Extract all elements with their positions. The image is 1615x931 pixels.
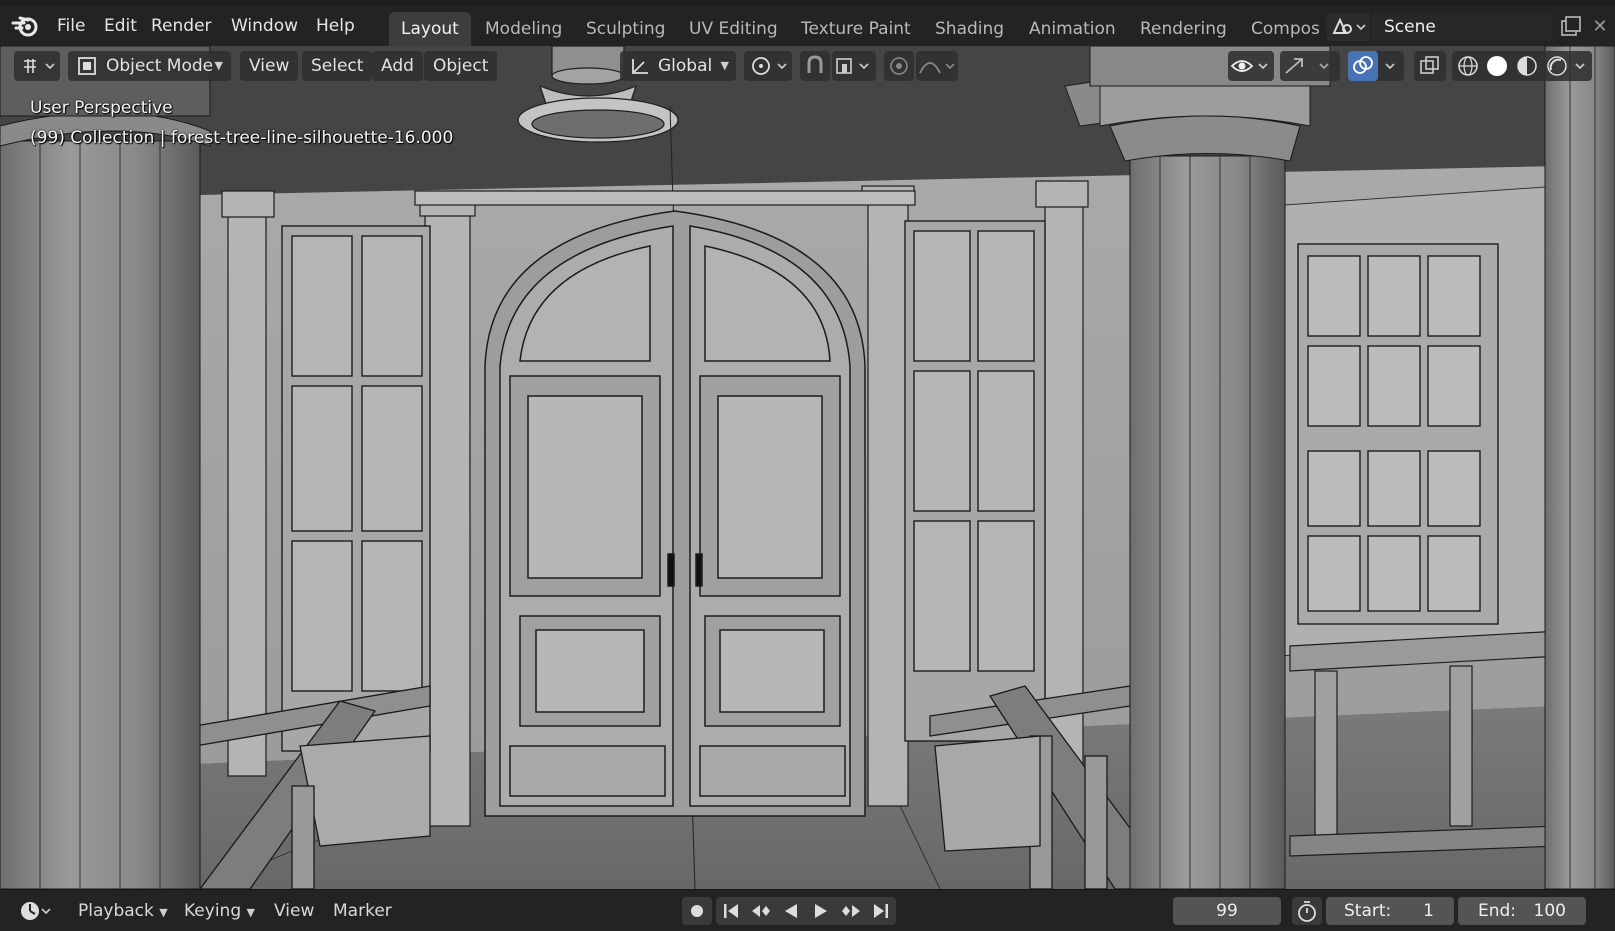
current-frame-field[interactable]: 99 — [1173, 897, 1281, 925]
material-shading-icon[interactable] — [1512, 51, 1542, 81]
snap-element-dropdown[interactable] — [832, 51, 876, 81]
pivot-point-icon — [752, 57, 787, 75]
rendered-shading-icon[interactable] — [1542, 51, 1572, 81]
playback-menu[interactable]: Playback ▼ — [70, 896, 176, 926]
proportional-edit-toggle[interactable] — [884, 51, 914, 81]
menu-file[interactable]: File — [50, 12, 92, 40]
xray-icon — [1420, 56, 1439, 74]
3d-viewport[interactable]: Object Mode ▼ View Select Add Object Glo… — [0, 46, 1615, 889]
timeline-header: Playback ▼ Keying ▼ View Marker 99 Start… — [0, 889, 1615, 931]
tab-rendering[interactable]: Rendering — [1128, 12, 1239, 46]
transform-orientation-label: Global — [658, 56, 713, 76]
pivot-point-button[interactable] — [744, 51, 792, 81]
jump-end-icon[interactable] — [866, 897, 896, 925]
menu-render[interactable]: Render — [144, 12, 219, 40]
scene-icon — [1332, 17, 1366, 34]
start-value: 1 — [1423, 901, 1434, 921]
object-menu[interactable]: Object — [424, 51, 498, 81]
timeline-editor-type-button[interactable] — [14, 896, 58, 926]
close-scene-icon[interactable]: ✕ — [1588, 13, 1612, 41]
gizmo-icon — [1285, 58, 1329, 74]
tab-modeling[interactable]: Modeling — [473, 12, 574, 46]
tab-compositing[interactable]: Compos — [1239, 12, 1321, 46]
menu-help[interactable]: Help — [309, 12, 362, 40]
snap-element-icon — [836, 58, 869, 74]
tab-sculpting[interactable]: Sculpting — [574, 12, 677, 46]
transform-orientation-dropdown[interactable]: Global ▼ — [620, 51, 736, 81]
snap-icon — [807, 55, 823, 73]
stopwatch-icon — [1298, 901, 1316, 922]
start-label: Start: — [1344, 901, 1392, 921]
perspective-label: User Perspective — [30, 98, 173, 118]
prev-keyframe-icon[interactable] — [746, 897, 776, 925]
menu-window[interactable]: Window — [224, 12, 305, 40]
play-reverse-icon[interactable] — [776, 897, 806, 925]
select-menu[interactable]: Select — [302, 51, 373, 81]
clock-editor-icon — [21, 902, 51, 920]
editor-type-icon — [24, 59, 55, 73]
tab-texture-paint[interactable]: Texture Paint — [789, 12, 923, 46]
tab-animation[interactable]: Animation — [1017, 12, 1128, 46]
record-icon — [691, 905, 703, 917]
overlays-toggle[interactable] — [1348, 51, 1404, 81]
xray-toggle[interactable] — [1414, 51, 1446, 81]
end-value: 100 — [1533, 901, 1566, 921]
tab-shading[interactable]: Shading — [923, 12, 1016, 46]
start-frame-field[interactable]: Start: 1 — [1326, 897, 1454, 925]
proportional-edit-icon — [890, 57, 908, 75]
add-menu[interactable]: Add — [372, 51, 423, 81]
collection-info: (99) Collection | forest-tree-line-silho… — [30, 128, 454, 148]
top-bar: File Edit Render Window Help Layout Mode… — [0, 6, 1615, 46]
scene-name-field[interactable]: Scene — [1372, 13, 1552, 41]
marker-menu[interactable]: Marker — [325, 896, 400, 926]
play-icon[interactable] — [806, 897, 836, 925]
scene-selector-button[interactable] — [1326, 13, 1370, 41]
shading-options-chevron-icon[interactable] — [1570, 51, 1592, 81]
shading-mode-group — [1452, 51, 1592, 81]
visibility-dropdown[interactable] — [1228, 51, 1274, 81]
eye-icon — [1230, 60, 1268, 72]
object-mode-label: Object Mode — [106, 56, 214, 76]
snap-toggle[interactable] — [800, 51, 830, 81]
next-keyframe-icon[interactable] — [836, 897, 866, 925]
falloff-icon — [919, 62, 955, 74]
stopwatch-button[interactable] — [1292, 897, 1322, 925]
tab-layout[interactable]: Layout — [389, 12, 471, 46]
menu-edit[interactable]: Edit — [97, 12, 144, 40]
end-frame-field[interactable]: End: 100 — [1458, 897, 1586, 925]
editor-type-button[interactable] — [14, 51, 60, 81]
playback-controls — [716, 897, 896, 925]
wireframe-shading-icon[interactable] — [1452, 51, 1484, 81]
keying-label: Keying — [184, 901, 242, 921]
playback-label: Playback — [78, 901, 154, 921]
keying-menu[interactable]: Keying ▼ — [176, 896, 263, 926]
end-label: End: — [1478, 901, 1517, 921]
solid-shading-icon[interactable] — [1482, 51, 1512, 81]
blender-logo-icon[interactable] — [10, 12, 42, 40]
view-menu[interactable]: View — [240, 51, 299, 81]
record-button[interactable] — [682, 897, 712, 925]
gizmo-toggle[interactable] — [1280, 51, 1340, 81]
object-mode-dropdown[interactable]: Object Mode ▼ — [68, 51, 231, 81]
viewport-scene-render — [0, 46, 1615, 889]
new-scene-icon[interactable] — [1556, 13, 1584, 41]
tab-uv-editing[interactable]: UV Editing — [677, 12, 790, 46]
object-mode-icon — [78, 57, 96, 75]
transform-icon — [632, 59, 648, 74]
falloff-dropdown[interactable] — [916, 51, 958, 81]
jump-start-icon[interactable] — [716, 897, 746, 925]
timeline-view-menu[interactable]: View — [266, 896, 322, 926]
overlays-icon — [1348, 51, 1395, 81]
